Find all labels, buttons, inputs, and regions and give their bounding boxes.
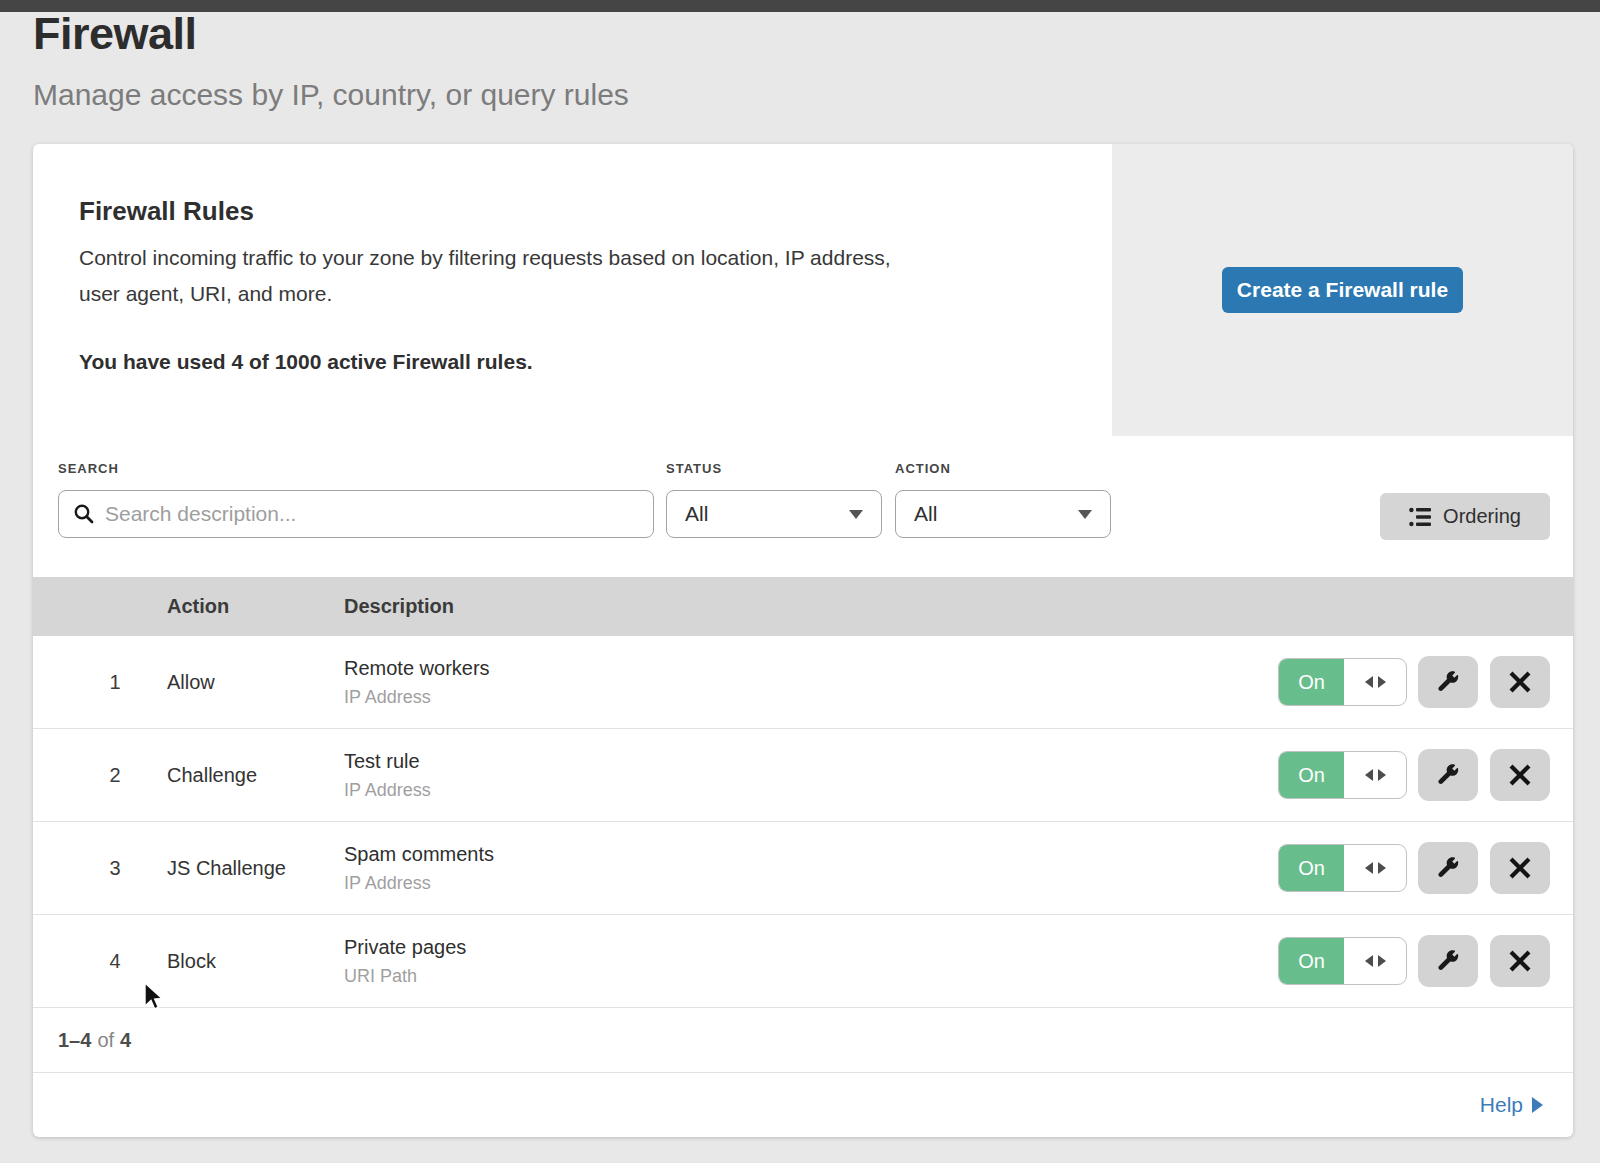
edit-rule-button[interactable] — [1418, 842, 1478, 894]
ordering-icon — [1409, 507, 1431, 527]
table-row: 4 Block Private pages URI Path On — [33, 915, 1573, 1008]
toggle-on-label: On — [1279, 845, 1344, 891]
rule-description: Spam comments — [344, 843, 494, 866]
pagination-total: 4 — [120, 1029, 131, 1052]
rule-action: Challenge — [167, 729, 257, 821]
arrow-left-glyph — [1365, 769, 1373, 781]
rule-action: JS Challenge — [167, 822, 286, 914]
arrow-right-glyph — [1378, 769, 1386, 781]
toggle-arrows-icon — [1344, 752, 1406, 798]
arrow-right-glyph — [1378, 955, 1386, 967]
rule-description: Test rule — [344, 750, 431, 773]
status-select[interactable]: All — [666, 490, 882, 538]
section-heading: Firewall Rules — [79, 196, 254, 227]
rule-description: Private pages — [344, 936, 466, 959]
status-value: All — [685, 502, 708, 526]
page-subtitle: Manage access by IP, country, or query r… — [33, 78, 629, 112]
column-header-action: Action — [167, 577, 229, 636]
rule-enabled-toggle[interactable]: On — [1278, 751, 1407, 799]
ordering-button[interactable]: Ordering — [1380, 493, 1550, 540]
delete-rule-button[interactable] — [1490, 935, 1550, 987]
rule-priority: 3 — [95, 822, 135, 914]
window-top-edge — [0, 0, 1600, 12]
rule-field: IP Address — [344, 780, 431, 801]
pagination: 1–4 of 4 — [33, 1008, 1573, 1073]
wrench-icon — [1435, 948, 1461, 974]
rule-priority: 4 — [95, 915, 135, 1007]
arrow-left-glyph — [1365, 676, 1373, 688]
toggle-arrows-icon — [1344, 659, 1406, 705]
arrow-left-glyph — [1365, 862, 1373, 874]
wrench-icon — [1435, 855, 1461, 881]
close-icon — [1508, 763, 1532, 787]
table-row: 2 Challenge Test rule IP Address On — [33, 729, 1573, 822]
help-arrow-icon — [1532, 1097, 1543, 1113]
help-link[interactable]: Help — [1480, 1093, 1543, 1117]
rules-table-body: 1 Allow Remote workers IP Address On 2 C… — [33, 636, 1573, 1008]
create-firewall-rule-button[interactable]: Create a Firewall rule — [1222, 267, 1463, 313]
wrench-icon — [1435, 669, 1461, 695]
close-icon — [1508, 856, 1532, 880]
toggle-on-label: On — [1279, 659, 1344, 705]
wrench-icon — [1435, 762, 1461, 788]
toggle-on-label: On — [1279, 938, 1344, 984]
action-label: ACTION — [895, 461, 951, 476]
chevron-down-icon — [1078, 510, 1092, 519]
action-value: All — [914, 502, 937, 526]
page-title: Firewall — [33, 8, 197, 60]
delete-rule-button[interactable] — [1490, 749, 1550, 801]
section-description: Control incoming traffic to your zone by… — [79, 240, 899, 312]
arrow-right-glyph — [1378, 676, 1386, 688]
rule-action: Block — [167, 915, 216, 1007]
table-header: Action Description — [33, 577, 1573, 636]
search-field[interactable] — [58, 490, 654, 538]
edit-rule-button[interactable] — [1418, 749, 1478, 801]
rule-field: URI Path — [344, 966, 466, 987]
help-label: Help — [1480, 1093, 1523, 1117]
search-label: SEARCH — [58, 461, 119, 476]
action-select[interactable]: All — [895, 490, 1111, 538]
delete-rule-button[interactable] — [1490, 656, 1550, 708]
mouse-cursor — [143, 982, 167, 1014]
delete-rule-button[interactable] — [1490, 842, 1550, 894]
rule-priority: 2 — [95, 729, 135, 821]
arrow-right-glyph — [1378, 862, 1386, 874]
pagination-range: 1–4 — [58, 1029, 91, 1052]
rule-priority: 1 — [95, 636, 135, 728]
table-row: 3 JS Challenge Spam comments IP Address … — [33, 822, 1573, 915]
rule-description: Remote workers — [344, 657, 490, 680]
toggle-arrows-icon — [1344, 845, 1406, 891]
rule-enabled-toggle[interactable]: On — [1278, 658, 1407, 706]
search-input[interactable] — [105, 502, 639, 526]
close-icon — [1508, 949, 1532, 973]
firewall-rules-card: Create a Firewall rule Firewall Rules Co… — [33, 144, 1573, 1137]
usage-summary: You have used 4 of 1000 active Firewall … — [79, 350, 533, 374]
toggle-on-label: On — [1279, 752, 1344, 798]
rule-action: Allow — [167, 636, 215, 728]
table-row: 1 Allow Remote workers IP Address On — [33, 636, 1573, 729]
arrow-left-glyph — [1365, 955, 1373, 967]
create-rule-panel: Create a Firewall rule — [1112, 144, 1573, 436]
chevron-down-icon — [849, 510, 863, 519]
close-icon — [1508, 670, 1532, 694]
rule-field: IP Address — [344, 873, 494, 894]
rule-field: IP Address — [344, 687, 490, 708]
status-label: STATUS — [666, 461, 722, 476]
rule-enabled-toggle[interactable]: On — [1278, 937, 1407, 985]
search-icon — [73, 503, 95, 525]
edit-rule-button[interactable] — [1418, 935, 1478, 987]
toggle-arrows-icon — [1344, 938, 1406, 984]
rule-enabled-toggle[interactable]: On — [1278, 844, 1407, 892]
ordering-label: Ordering — [1443, 505, 1521, 528]
card-footer: Help — [33, 1073, 1573, 1137]
edit-rule-button[interactable] — [1418, 656, 1478, 708]
pagination-of: of — [97, 1029, 114, 1052]
column-header-description: Description — [344, 577, 454, 636]
